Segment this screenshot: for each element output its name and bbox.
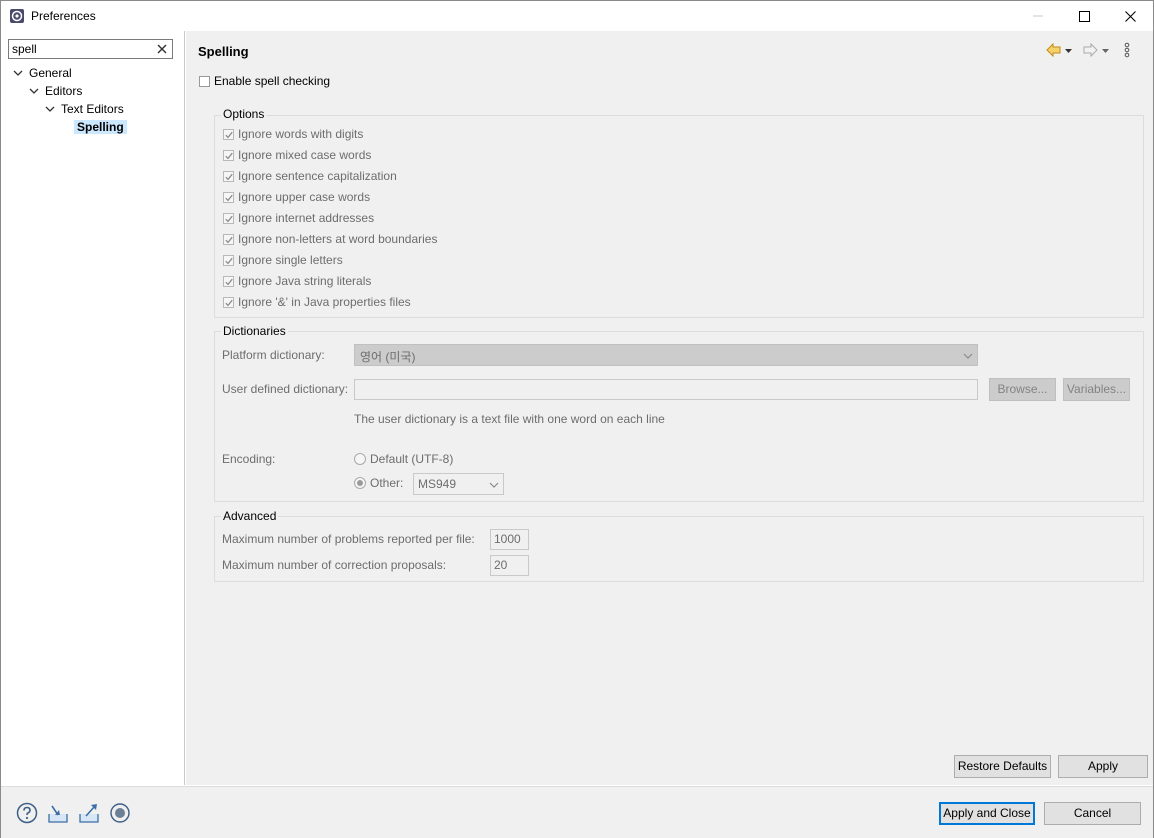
option-checkbox[interactable] [223,255,234,266]
tree-item-spelling[interactable]: Spelling [74,118,127,136]
chevron-down-icon [489,482,499,488]
clear-icon[interactable] [155,42,169,56]
minimize-icon [1033,15,1043,17]
option-label: Ignore words with digits [238,127,364,141]
variables-button[interactable]: Variables... [1063,378,1130,401]
encoding-other-value: MS949 [418,477,457,491]
encoding-default-label: Default (UTF-8) [370,452,454,466]
record-icon[interactable] [109,802,131,824]
max-problems-value: 1000 [494,532,521,546]
forward-menu-chevron-icon[interactable] [1102,49,1109,53]
tree-item-label: Editors [45,84,83,98]
chevron-down-icon[interactable] [13,68,23,78]
max-proposals-value: 20 [494,558,508,572]
view-menu-icon[interactable] [1124,42,1130,58]
cancel-button[interactable]: Cancel [1044,802,1141,825]
preferences-window: Preferences General Editors Text Editors [0,0,1154,838]
max-proposals-input[interactable]: 20 [490,555,529,576]
chevron-down-icon[interactable] [29,86,39,96]
option-label: Ignore upper case words [238,190,371,204]
encoding-other-label: Other: [370,476,404,490]
chevron-down-icon[interactable] [45,104,55,114]
close-button[interactable] [1107,1,1153,31]
tree-item-label: Text Editors [61,102,124,116]
apply-and-close-button[interactable]: Apply and Close [939,802,1035,825]
preferences-app-icon [10,9,24,23]
platform-dictionary-select[interactable]: 영어 (미국) [354,344,978,366]
user-dictionary-label: User defined dictionary: [222,382,349,396]
dialog-button-bar: Apply and Close Cancel [1,786,1153,838]
encoding-default-radio[interactable] [354,453,366,465]
option-checkbox[interactable] [223,213,234,224]
enable-spell-checkbox[interactable] [199,76,210,87]
option-label: Ignore internet addresses [238,211,375,225]
preference-tree-pane: General Editors Text Editors Spelling [1,31,185,785]
option-checkbox[interactable] [223,150,234,161]
export-icon[interactable] [78,802,100,824]
page-navigation [1046,42,1130,58]
apply-button[interactable]: Apply [1058,755,1148,778]
option-checkbox[interactable] [223,276,234,287]
advanced-group-title: Advanced [221,509,279,523]
preference-page: Spelling Enable spell checking Options I… [186,31,1153,785]
tree-item-label: Spelling [74,120,127,134]
option-checkbox[interactable] [223,234,234,245]
close-icon [1124,10,1136,22]
enable-spell-label: Enable spell checking [214,74,331,88]
tree-item-label: General [29,66,72,80]
window-title: Preferences [31,9,96,23]
minimize-button[interactable] [1015,1,1061,31]
option-label: Ignore single letters [238,253,343,267]
max-problems-label: Maximum number of problems reported per … [222,532,475,546]
chevron-down-icon [963,353,973,359]
filter-input[interactable] [12,41,152,57]
user-dictionary-hint: The user dictionary is a text file with … [354,412,665,426]
max-proposals-label: Maximum number of correction proposals: [222,558,447,572]
option-checkbox[interactable] [223,297,234,308]
option-label: Ignore mixed case words [238,148,372,162]
import-icon[interactable] [47,802,69,824]
option-label: Ignore non-letters at word boundaries [238,232,438,246]
restore-defaults-button[interactable]: Restore Defaults [954,755,1051,778]
page-title: Spelling [198,44,249,59]
filter-box [8,39,173,59]
option-label: Ignore sentence capitalization [238,169,397,183]
option-checkbox[interactable] [223,192,234,203]
back-menu-chevron-icon[interactable] [1065,49,1072,53]
options-group-title: Options [221,107,267,121]
option-label: Ignore Java string literals [238,274,372,288]
advanced-group [214,516,1144,582]
encoding-other-radio[interactable] [354,477,366,489]
option-checkbox[interactable] [223,129,234,140]
back-arrow-icon[interactable] [1046,42,1061,58]
option-label: Ignore '&' in Java properties files [238,295,411,309]
encoding-other-select[interactable]: MS949 [413,473,504,495]
option-checkbox[interactable] [223,171,234,182]
forward-arrow-icon[interactable] [1083,42,1098,58]
encoding-label: Encoding: [222,452,276,466]
maximize-button[interactable] [1061,1,1107,31]
browse-button[interactable]: Browse... [989,378,1056,401]
help-icon[interactable] [16,802,38,824]
dictionaries-group-title: Dictionaries [221,324,288,338]
maximize-icon [1078,10,1090,22]
max-problems-input[interactable]: 1000 [490,529,529,550]
platform-dictionary-value: 영어 (미국) [360,350,416,364]
title-bar: Preferences [1,1,1153,31]
platform-dictionary-label: Platform dictionary: [222,348,325,362]
user-dictionary-input[interactable] [354,379,978,400]
